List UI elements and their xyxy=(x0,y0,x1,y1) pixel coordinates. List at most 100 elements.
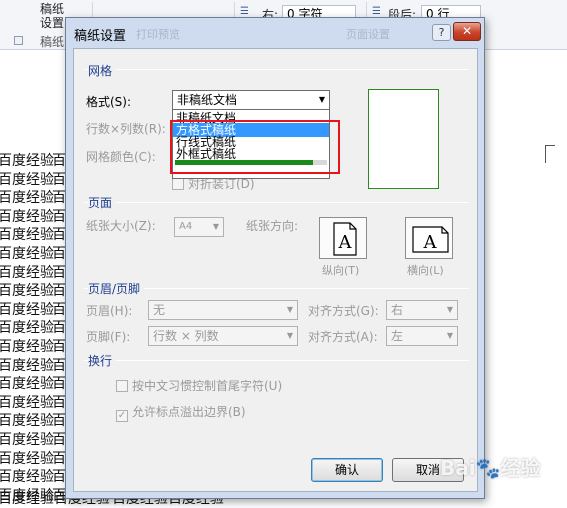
help-button[interactable]: ? xyxy=(432,24,451,41)
document-text: 百度经验 xyxy=(0,301,54,318)
footer-align-select[interactable]: 左 ▼ xyxy=(386,326,458,346)
chevron-down-icon: ▼ xyxy=(446,331,453,340)
document-text: 百 xyxy=(52,246,66,262)
chevron-down-icon: ▼ xyxy=(286,331,293,340)
background-title-ghost: 页面设置 xyxy=(346,28,390,41)
fold-binding-label: 对折装订(D) xyxy=(188,177,255,191)
paw-icon: 🐾 xyxy=(475,456,501,480)
watermark-text: Bai xyxy=(440,456,476,480)
document-text: 百度经验 xyxy=(0,450,54,467)
paper-size-value: A4 xyxy=(179,221,193,232)
document-text: 百度经验 xyxy=(0,357,54,374)
document-text: 百 xyxy=(52,264,66,281)
header-select[interactable]: 无 ▼ xyxy=(148,300,298,320)
footer-align-label: 对齐方式(A): xyxy=(308,330,378,344)
ribbon-group-label: 稿纸 xyxy=(40,35,65,49)
document-text: 百度经验 xyxy=(0,413,54,430)
watermark-text-2: 经验 xyxy=(500,456,541,480)
document-text: 百 xyxy=(52,357,66,374)
dialog-client: 网格 格式(S): 非稿纸文档 ▼ 行数×列数(R): 网格颜色(C): 对折装… xyxy=(73,48,478,492)
document-text: 百度经验 xyxy=(0,208,54,225)
document-text: 百度经验 xyxy=(0,171,54,188)
format-select-value: 非稿纸文档 xyxy=(177,93,238,107)
checkmark-icon: ✓ xyxy=(116,410,128,422)
page-margin-mark xyxy=(545,145,555,163)
document-text: 百 xyxy=(52,171,66,188)
header-footer-section-title: 页眉/页脚 xyxy=(88,280,145,297)
document-text: 百 xyxy=(52,227,66,244)
paper-size-select[interactable]: A4 ▼ xyxy=(174,217,224,237)
spacing-after-icon: ☰ xyxy=(372,6,381,17)
header-align-select[interactable]: 右 ▼ xyxy=(386,300,458,320)
document-text: 百度经验 xyxy=(0,394,54,411)
rows-cols-label: 行数×列数(R): xyxy=(86,122,166,136)
chevron-down-icon: ▼ xyxy=(286,305,293,314)
document-text: 百度经验 xyxy=(0,469,54,486)
grid-section-title: 网格 xyxy=(88,62,117,79)
document-text: 百度经验 xyxy=(0,339,54,355)
checkbox-box xyxy=(172,178,184,190)
chevron-down-icon: ▼ xyxy=(212,222,219,231)
dialog-title: 稿纸设置 xyxy=(74,29,127,44)
paper-size-label: 纸张大小(Z): xyxy=(86,219,156,233)
grid-color-label: 网格颜色(C): xyxy=(86,150,156,164)
chevron-down-icon: ▼ xyxy=(318,95,325,104)
manuscript-settings-dialog: 稿纸设置 打印预览 页面设置 ? ✕ 网格 格式(S): 非稿纸文档 ▼ 行数×… xyxy=(65,17,485,499)
document-text: 百度经验 xyxy=(0,376,54,393)
document-text: 百度经验 xyxy=(0,153,54,169)
document-text: 百 xyxy=(52,432,66,448)
document-text: 百度经验 xyxy=(0,190,54,207)
document-text: 百 xyxy=(52,153,66,169)
manuscript-setup-button-line2[interactable]: 设置 xyxy=(40,14,64,31)
section-divider xyxy=(84,69,469,70)
header-value: 无 xyxy=(153,303,166,317)
grid-preview xyxy=(368,89,439,189)
portrait-button[interactable]: A xyxy=(319,217,367,259)
footer-value: 行数 × 列数 xyxy=(153,329,219,343)
section-divider xyxy=(84,202,469,203)
landscape-label: 横向(L) xyxy=(407,264,444,277)
close-button[interactable]: ✕ xyxy=(453,22,481,41)
baidu-watermark: Bai🐾经验 xyxy=(440,452,541,481)
document-text: 百 xyxy=(52,376,66,393)
document-text: 百 xyxy=(52,413,66,430)
header-align-value: 右 xyxy=(391,303,404,317)
orientation-label: 纸张方向: xyxy=(246,219,299,233)
document-text: 百 xyxy=(52,394,66,411)
page-section-title: 页面 xyxy=(88,194,117,211)
format-select[interactable]: 非稿纸文档 ▼ xyxy=(172,90,330,110)
overflow-label: 允许标点溢出边界(B) xyxy=(132,405,246,419)
document-text: 百度经验 xyxy=(0,246,54,262)
document-text: 百 xyxy=(52,190,66,207)
dialog-titlebar[interactable]: 稿纸设置 打印预览 页面设置 ? ✕ xyxy=(66,18,484,48)
ok-button[interactable]: 确认 xyxy=(311,458,383,482)
chevron-down-icon: ▼ xyxy=(446,305,453,314)
document-text: 百 xyxy=(52,301,66,318)
document-text: 百 xyxy=(52,450,66,467)
format-label: 格式(S): xyxy=(86,95,132,109)
dialog-launcher-icon[interactable] xyxy=(14,36,23,45)
landscape-button[interactable]: A xyxy=(405,217,453,259)
header-align-label: 对齐方式(G): xyxy=(308,304,379,318)
document-text: 百 xyxy=(52,320,66,337)
document-text: 百度经验 xyxy=(0,227,54,244)
document-text: 百度经验 xyxy=(0,264,54,281)
landscape-page-icon: A xyxy=(412,226,449,253)
header-label: 页眉(H): xyxy=(86,304,133,318)
footer-label: 页脚(F): xyxy=(86,330,131,344)
indent-right-icon: ☰ xyxy=(240,6,249,17)
landscape-letter: A xyxy=(423,232,438,253)
document-text: 百度经验 xyxy=(0,283,54,300)
document-text: 百度经验 xyxy=(0,432,54,448)
document-text: 百 xyxy=(52,339,66,355)
background-title-ghost: 打印预览 xyxy=(136,28,180,41)
portrait-label: 纵向(T) xyxy=(322,264,360,277)
document-text: 百度经验 xyxy=(0,491,54,507)
document-text: 百 xyxy=(52,283,66,300)
portrait-page-icon: A xyxy=(333,222,357,256)
overflow-checkbox[interactable]: ✓ 允许标点溢出边界(B) xyxy=(116,403,246,422)
line-break-section-title: 换行 xyxy=(88,352,117,369)
chinese-rule-checkbox[interactable]: 按中文习惯控制首尾字符(U) xyxy=(116,377,282,394)
footer-select[interactable]: 行数 × 列数 ▼ xyxy=(148,326,298,346)
checkbox-box xyxy=(116,380,128,392)
